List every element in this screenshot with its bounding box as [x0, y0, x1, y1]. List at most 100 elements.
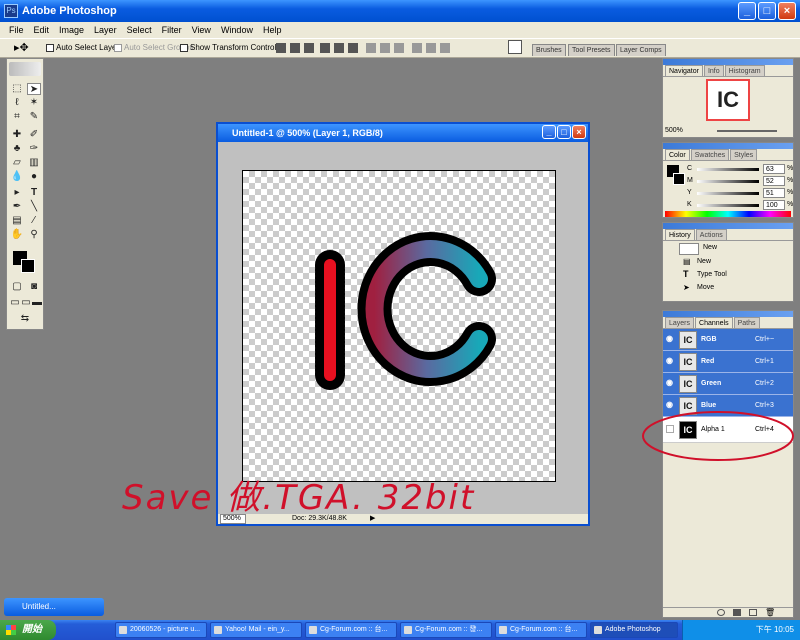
- menu-image[interactable]: Image: [54, 22, 89, 38]
- taskbar-item[interactable]: Yahoo! Mail - ein_y...: [210, 622, 302, 638]
- healing-brush-tool-icon[interactable]: ✚: [10, 129, 24, 141]
- canvas[interactable]: [242, 170, 556, 482]
- menu-help[interactable]: Help: [258, 22, 287, 38]
- well-tab-tool-presets[interactable]: Tool Presets: [568, 44, 615, 56]
- tab-channels[interactable]: Channels: [695, 317, 733, 328]
- taskbar-item-active[interactable]: Adobe Photoshop: [590, 622, 678, 638]
- black-value[interactable]: 100: [763, 200, 785, 210]
- history-item[interactable]: ▤ New: [663, 255, 793, 268]
- magenta-value[interactable]: 52: [763, 176, 785, 186]
- quick-mask-mode-icon[interactable]: ◙: [27, 281, 41, 293]
- tab-history[interactable]: History: [665, 229, 695, 240]
- distribute-left-icon[interactable]: [412, 43, 422, 53]
- pen-tool-icon[interactable]: ✒: [10, 201, 24, 213]
- align-right-icon[interactable]: [348, 43, 358, 53]
- distribute-bottom-icon[interactable]: [394, 43, 404, 53]
- channel-row-rgb[interactable]: ◉ IC RGB Ctrl+~: [663, 329, 793, 351]
- eraser-tool-icon[interactable]: ▱: [10, 157, 24, 169]
- brush-tool-icon[interactable]: ✐: [27, 129, 41, 141]
- slider-magenta[interactable]: M 52%: [663, 175, 795, 187]
- slider-yellow[interactable]: Y 51%: [663, 187, 795, 199]
- slice-tool-icon[interactable]: ✎: [27, 111, 41, 123]
- navigator-zoom[interactable]: 500%: [665, 127, 683, 134]
- menu-window[interactable]: Window: [216, 22, 258, 38]
- history-item[interactable]: T Type Tool: [663, 268, 793, 281]
- move-tool-preset-icon[interactable]: ▸✥: [14, 41, 34, 55]
- align-left-icon[interactable]: [320, 43, 330, 53]
- zoom-tool-icon[interactable]: ⚲: [27, 229, 41, 241]
- load-selection-icon[interactable]: [717, 609, 725, 616]
- crop-tool-icon[interactable]: ⌗: [10, 111, 24, 123]
- type-tool-icon[interactable]: T: [27, 187, 41, 199]
- clone-stamp-tool-icon[interactable]: ♣: [10, 143, 24, 155]
- file-browser-icon[interactable]: [508, 40, 522, 54]
- minimized-document[interactable]: Untitled...: [4, 598, 104, 616]
- show-transform-controls-checkbox[interactable]: Show Transform Controls: [180, 39, 280, 57]
- hand-tool-icon[interactable]: ✋: [10, 229, 24, 241]
- cyan-value[interactable]: 63: [763, 164, 785, 174]
- new-channel-icon[interactable]: [749, 609, 757, 616]
- menu-select[interactable]: Select: [122, 22, 157, 38]
- navigator-thumbnail[interactable]: IC: [706, 79, 750, 121]
- menu-file[interactable]: File: [4, 22, 29, 38]
- history-brush-tool-icon[interactable]: ✑: [27, 143, 41, 155]
- menu-layer[interactable]: Layer: [89, 22, 122, 38]
- save-selection-icon[interactable]: [733, 609, 741, 616]
- yellow-value[interactable]: 51: [763, 188, 785, 198]
- taskbar-item[interactable]: Cg-Forum.com :: 發...: [400, 622, 492, 638]
- menu-view[interactable]: View: [187, 22, 216, 38]
- distribute-right-icon[interactable]: [440, 43, 450, 53]
- align-middle-icon[interactable]: [290, 43, 300, 53]
- eyedropper-tool-icon[interactable]: ⁄: [27, 215, 41, 227]
- maximize-button[interactable]: □: [758, 2, 776, 20]
- path-selection-tool-icon[interactable]: ▸: [10, 187, 24, 199]
- tab-histogram[interactable]: Histogram: [724, 65, 765, 76]
- marquee-tool-icon[interactable]: ⬚: [10, 83, 24, 95]
- channel-row-green[interactable]: ◉ IC Green Ctrl+2: [663, 373, 793, 395]
- align-center-icon[interactable]: [334, 43, 344, 53]
- navigator-zoom-slider[interactable]: [717, 130, 777, 132]
- blur-tool-icon[interactable]: 💧: [10, 171, 24, 183]
- distribute-middle-icon[interactable]: [380, 43, 390, 53]
- distribute-center-icon[interactable]: [426, 43, 436, 53]
- tab-info[interactable]: Info: [703, 65, 724, 76]
- gradient-tool-icon[interactable]: ▥: [27, 157, 41, 169]
- imageready-jump-icon[interactable]: ⇆: [10, 313, 40, 325]
- slider-black[interactable]: K 100%: [663, 199, 795, 211]
- tab-swatches[interactable]: Swatches: [690, 149, 730, 160]
- doc-close-button[interactable]: ×: [572, 125, 586, 139]
- tab-actions[interactable]: Actions: [695, 229, 727, 240]
- move-tool-icon[interactable]: ➤: [27, 83, 41, 95]
- distribute-top-icon[interactable]: [366, 43, 376, 53]
- start-button[interactable]: 開始: [0, 620, 56, 640]
- menu-edit[interactable]: Edit: [29, 22, 55, 38]
- history-snapshot[interactable]: New: [663, 241, 793, 255]
- delete-channel-icon[interactable]: 🗑: [765, 608, 775, 617]
- history-item[interactable]: ➤ Move: [663, 281, 793, 294]
- well-tab-brushes[interactable]: Brushes: [532, 44, 566, 56]
- taskbar-item[interactable]: 20060526 - picture u...: [115, 622, 207, 638]
- doc-maximize-button[interactable]: □: [557, 125, 571, 139]
- tab-layers[interactable]: Layers: [665, 317, 695, 328]
- standard-mode-icon[interactable]: ▢: [10, 281, 24, 293]
- photoshop-feather-logo[interactable]: [9, 62, 41, 76]
- taskbar-item[interactable]: Cg-Forum.com :: 台...: [495, 622, 587, 638]
- menu-filter[interactable]: Filter: [157, 22, 187, 38]
- align-bottom-icon[interactable]: [304, 43, 314, 53]
- color-spectrum-bar[interactable]: [665, 211, 791, 217]
- auto-select-layer-checkbox[interactable]: Auto Select Layer: [46, 39, 119, 57]
- doc-minimize-button[interactable]: _: [542, 125, 556, 139]
- well-tab-layer-comps[interactable]: Layer Comps: [616, 44, 666, 56]
- tab-paths[interactable]: Paths: [733, 317, 760, 328]
- tab-styles[interactable]: Styles: [730, 149, 758, 160]
- line-tool-icon[interactable]: ╲: [27, 201, 41, 213]
- magic-wand-tool-icon[interactable]: ✶: [27, 97, 41, 109]
- tab-navigator[interactable]: Navigator: [665, 65, 703, 76]
- channel-row-red[interactable]: ◉ IC Red Ctrl+1: [663, 351, 793, 373]
- tab-color[interactable]: Color: [665, 149, 690, 160]
- taskbar-item[interactable]: Cg-Forum.com :: 台...: [305, 622, 397, 638]
- background-color-swatch[interactable]: [21, 259, 35, 273]
- visibility-eye-icon[interactable]: ◉: [666, 379, 674, 387]
- align-top-icon[interactable]: [276, 43, 286, 53]
- lasso-tool-icon[interactable]: ℓ: [10, 97, 24, 109]
